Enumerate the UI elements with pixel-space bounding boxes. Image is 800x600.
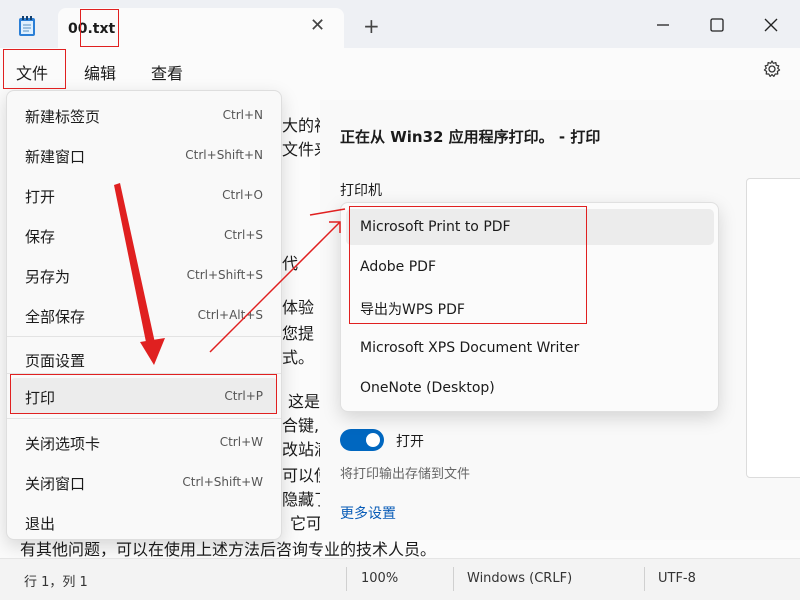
- menu-item-shortcut: Ctrl+Shift+S: [186, 268, 263, 282]
- maximize-icon[interactable]: [706, 14, 728, 36]
- menu-item-shortcut: Ctrl+W: [219, 435, 263, 449]
- status-separator: [346, 567, 347, 591]
- menu-edit[interactable]: 编辑: [84, 60, 116, 84]
- close-icon[interactable]: [760, 14, 782, 36]
- zoom-level: 100%: [361, 571, 399, 586]
- print-preview: [746, 178, 800, 478]
- menu-item-shortcut: Ctrl+S: [223, 228, 263, 242]
- new-tab-button[interactable]: +: [363, 16, 380, 36]
- document-text: 您提: [282, 324, 315, 343]
- menu-item-save[interactable]: 保存 Ctrl+S: [11, 217, 277, 253]
- annotation-box-print-item: [10, 374, 277, 414]
- menu-item-exit[interactable]: 退出: [11, 504, 277, 540]
- notepad-icon: [19, 16, 35, 36]
- encoding: UTF-8: [658, 571, 696, 586]
- menu-item-label: 新建窗口: [25, 148, 86, 166]
- annotation-box-pdf-printers: [349, 206, 587, 324]
- menu-item-close-window[interactable]: 关闭窗口 Ctrl+Shift+W: [11, 464, 277, 500]
- menu-item-open[interactable]: 打开 Ctrl+O: [11, 177, 277, 213]
- menu-item-label: 保存: [25, 228, 56, 246]
- print-dialog-title: 正在从 Win32 应用程序打印。 - 打印: [340, 128, 601, 146]
- menu-item-save-as[interactable]: 另存为 Ctrl+Shift+S: [11, 257, 277, 293]
- printer-label: 打印机: [340, 183, 382, 199]
- tab-close-icon[interactable]: ✕: [310, 17, 325, 35]
- menu-item-label: 关闭选项卡: [25, 435, 101, 453]
- menu-item-shortcut: Ctrl+Alt+S: [197, 308, 263, 322]
- menu-item-shortcut: Ctrl+Shift+N: [185, 148, 263, 162]
- menu-view[interactable]: 查看: [151, 60, 183, 84]
- annotation-box-tab-title: [80, 9, 119, 47]
- printer-option-label: OneNote (Desktop): [360, 380, 495, 396]
- title-bar: 00.txt ✕ +: [0, 0, 800, 48]
- menu-item-label: 全部保存: [25, 308, 86, 326]
- menu-item-shortcut: Ctrl+N: [222, 108, 263, 122]
- menu-separator: [7, 418, 281, 419]
- line-ending: Windows (CRLF): [467, 571, 573, 586]
- minimize-icon[interactable]: [652, 14, 674, 36]
- menu-item-new-tab[interactable]: 新建标签页 Ctrl+N: [11, 97, 277, 133]
- document-text: 合键,: [282, 416, 320, 435]
- menu-bar: 文件 编辑 查看: [0, 48, 800, 90]
- menu-item-shortcut: Ctrl+O: [222, 188, 263, 202]
- document-text: 它可: [290, 514, 323, 533]
- more-settings-link[interactable]: 更多设置: [340, 503, 396, 523]
- status-bar: 行 1，列 1 100% Windows (CRLF) UTF-8: [0, 558, 800, 600]
- menu-item-label: 页面设置: [25, 352, 86, 370]
- printer-option-label: Microsoft XPS Document Writer: [360, 340, 580, 356]
- cursor-position: 行 1，列 1: [24, 575, 88, 590]
- printer-option[interactable]: Microsoft XPS Document Writer: [346, 330, 714, 366]
- menu-item-label: 另存为: [25, 268, 71, 286]
- document-text: 代: [282, 254, 299, 273]
- menu-item-new-window[interactable]: 新建窗口 Ctrl+Shift+N: [11, 137, 277, 173]
- menu-item-close-tab[interactable]: 关闭选项卡 Ctrl+W: [11, 424, 277, 460]
- print-to-file-toggle[interactable]: [340, 429, 384, 451]
- menu-item-label: 新建标签页: [25, 108, 101, 126]
- printer-option[interactable]: OneNote (Desktop): [346, 370, 714, 406]
- menu-separator: [7, 336, 281, 337]
- toggle-description: 将打印输出存储到文件: [340, 467, 471, 482]
- toggle-knob: [366, 433, 380, 447]
- menu-item-shortcut: Ctrl+Shift+W: [182, 475, 263, 489]
- status-separator: [453, 567, 454, 591]
- menu-item-page-setup[interactable]: 页面设置: [11, 341, 277, 377]
- menu-item-label: 退出: [25, 515, 56, 533]
- annotation-box-file-menu: [3, 49, 66, 89]
- toggle-label: 打开: [396, 434, 424, 450]
- menu-item-label: 打开: [25, 188, 56, 206]
- gear-icon[interactable]: [762, 59, 782, 79]
- menu-item-label: 关闭窗口: [25, 475, 86, 493]
- document-text: 式。: [282, 348, 315, 367]
- document-text: 这是: [288, 392, 321, 411]
- document-text: 体验: [282, 298, 315, 317]
- status-separator: [644, 567, 645, 591]
- file-menu: 新建标签页 Ctrl+N 新建窗口 Ctrl+Shift+N 打开 Ctrl+O 保存…: [6, 90, 282, 540]
- menu-item-save-all[interactable]: 全部保存 Ctrl+Alt+S: [11, 297, 277, 333]
